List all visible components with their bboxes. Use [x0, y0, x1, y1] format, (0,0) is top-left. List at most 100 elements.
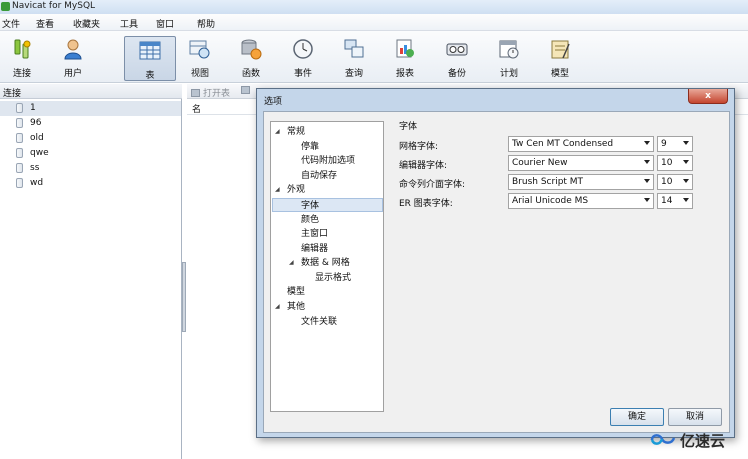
connection-item-label: 1: [30, 103, 36, 113]
connection-item[interactable]: qwe: [0, 146, 181, 161]
database-icon: [16, 148, 23, 158]
connection-item[interactable]: wd: [0, 176, 181, 191]
chevron-down-icon: [683, 198, 689, 202]
font-settings-panel: 字体 网格字体: Tw Cen MT Condensed 9 编辑器字体: Co…: [392, 112, 731, 412]
menu-file[interactable]: 文件: [0, 16, 22, 31]
table-button[interactable]: 表: [124, 36, 176, 81]
user-label: 用户: [63, 69, 82, 79]
user-button[interactable]: 用户: [51, 35, 95, 79]
pane-splitter[interactable]: [182, 262, 186, 332]
connection-item[interactable]: 1: [0, 101, 181, 116]
tree-node-docking[interactable]: 停靠: [301, 140, 319, 154]
command-line-font-value: Brush Script MT: [512, 177, 584, 187]
menu-window[interactable]: 窗口: [154, 16, 176, 31]
backup-icon: [446, 43, 468, 56]
menu-tools[interactable]: 工具: [118, 16, 140, 31]
menu-favorites[interactable]: 收藏夹: [71, 16, 102, 31]
options-tree: ◢ 常规 停靠 代码附加选项 自动保存 ◢ 外观 字体 颜色 主窗口 编辑器 ◢ 数据…: [270, 121, 384, 412]
editor-font-size-value: 10: [661, 158, 673, 168]
command-line-font-size-select[interactable]: 10: [657, 174, 693, 190]
collapse-arrow-icon[interactable]: ◢: [275, 300, 280, 314]
tree-node-autosave[interactable]: 自动保存: [301, 169, 337, 183]
tree-node-label: 显示格式: [315, 273, 352, 283]
window-title: Navicat for MySQL: [12, 1, 96, 11]
menu-help[interactable]: 帮助: [195, 16, 217, 31]
tree-node-file-association[interactable]: 文件关联: [301, 315, 337, 329]
event-button[interactable]: 事件: [281, 35, 325, 79]
tree-node-code-options[interactable]: 代码附加选项: [301, 154, 355, 168]
editor-font-select[interactable]: Courier New: [508, 155, 654, 171]
tree-node-data-grid[interactable]: ◢ 数据 & 网格: [289, 256, 350, 270]
er-diagram-font-select[interactable]: Arial Unicode MS: [508, 193, 654, 209]
grid-font-select[interactable]: Tw Cen MT Condensed: [508, 136, 654, 152]
tree-node-display-format[interactable]: 显示格式: [315, 271, 351, 285]
collapse-arrow-icon[interactable]: ◢: [289, 256, 294, 270]
backup-button[interactable]: 备份: [435, 35, 479, 79]
er-diagram-font-size-select[interactable]: 14: [657, 193, 693, 209]
view-button[interactable]: 视图: [178, 35, 222, 79]
tree-node-other[interactable]: ◢ 其他: [275, 300, 305, 314]
open-table-icon: [191, 89, 200, 97]
tree-node-main-window[interactable]: 主窗口: [301, 227, 328, 241]
connection-item[interactable]: ss: [0, 161, 181, 176]
user-icon: [64, 39, 82, 60]
chevron-down-icon: [683, 141, 689, 145]
options-dialog: 选项 x ◢ 常规 停靠 代码附加选项 自动保存 ◢ 外观 字体 颜色 主窗口 编辑…: [256, 88, 735, 438]
menu-view[interactable]: 查看: [34, 16, 56, 31]
er-diagram-font-size-value: 14: [661, 196, 673, 206]
open-table-label: 打开表: [203, 89, 231, 99]
tree-node-general[interactable]: ◢ 常规: [275, 125, 305, 139]
editor-font-size-select[interactable]: 10: [657, 155, 693, 171]
tree-node-model[interactable]: 模型: [287, 285, 305, 299]
connection-item[interactable]: 96: [0, 116, 181, 131]
tree-node-label: 编辑器: [301, 244, 329, 254]
design-table-button[interactable]: [241, 86, 253, 96]
name-column-header[interactable]: 名: [192, 102, 201, 115]
tree-node-color[interactable]: 颜色: [301, 213, 319, 227]
close-button[interactable]: x: [688, 89, 728, 104]
open-table-button[interactable]: 打开表: [191, 86, 230, 99]
tree-node-label: 模型: [287, 287, 306, 297]
connection-icon: [14, 39, 31, 59]
report-button[interactable]: 报表: [383, 35, 427, 79]
chevron-down-icon: [644, 160, 650, 164]
cancel-button[interactable]: 取消: [668, 408, 722, 426]
command-line-font-size-value: 10: [661, 177, 673, 187]
model-label: 模型: [550, 69, 569, 79]
tree-node-label: 常规: [287, 127, 306, 137]
connection-button[interactable]: 连接: [0, 35, 44, 79]
collapse-arrow-icon[interactable]: ◢: [275, 125, 280, 139]
er-diagram-font-row: ER 图表字体: Arial Unicode MS 14: [399, 193, 729, 209]
view-label: 视图: [190, 69, 209, 79]
chevron-down-icon: [683, 179, 689, 183]
chevron-down-icon: [644, 179, 650, 183]
title-bar: Navicat for MySQL: [0, 0, 748, 14]
chevron-down-icon: [644, 141, 650, 145]
function-button[interactable]: 函数: [229, 35, 273, 79]
navicat-app-icon: [1, 2, 10, 11]
menu-bar: 文件 查看 收藏夹 工具 窗口 帮助: [0, 14, 748, 31]
command-line-font-select[interactable]: Brush Script MT: [508, 174, 654, 190]
collapse-arrow-icon[interactable]: ◢: [275, 183, 280, 197]
connection-item[interactable]: old: [0, 131, 181, 146]
query-button[interactable]: 查询: [332, 35, 376, 79]
tree-node-appearance[interactable]: ◢ 外观: [275, 183, 305, 197]
ok-button[interactable]: 确定: [610, 408, 664, 426]
model-button[interactable]: 模型: [538, 35, 582, 79]
schedule-label: 计划: [499, 69, 518, 79]
backup-label: 备份: [447, 69, 466, 79]
connection-item-label: ss: [30, 163, 40, 173]
grid-font-size-select[interactable]: 9: [657, 136, 693, 152]
tree-node-font[interactable]: 字体: [272, 198, 383, 212]
dialog-title: 选项: [264, 97, 283, 107]
report-icon: [396, 39, 414, 58]
er-diagram-font-label: ER 图表字体:: [399, 199, 453, 209]
design-table-icon: [241, 86, 250, 94]
connection-item-label: old: [30, 133, 44, 143]
schedule-button[interactable]: 计划: [487, 35, 531, 79]
watermark-text: 亿速云: [680, 432, 726, 450]
editor-font-row: 编辑器字体: Courier New 10: [399, 155, 729, 171]
tree-node-editor[interactable]: 编辑器: [301, 242, 328, 256]
tree-node-label: 字体: [301, 201, 320, 211]
database-icon: [16, 133, 23, 143]
